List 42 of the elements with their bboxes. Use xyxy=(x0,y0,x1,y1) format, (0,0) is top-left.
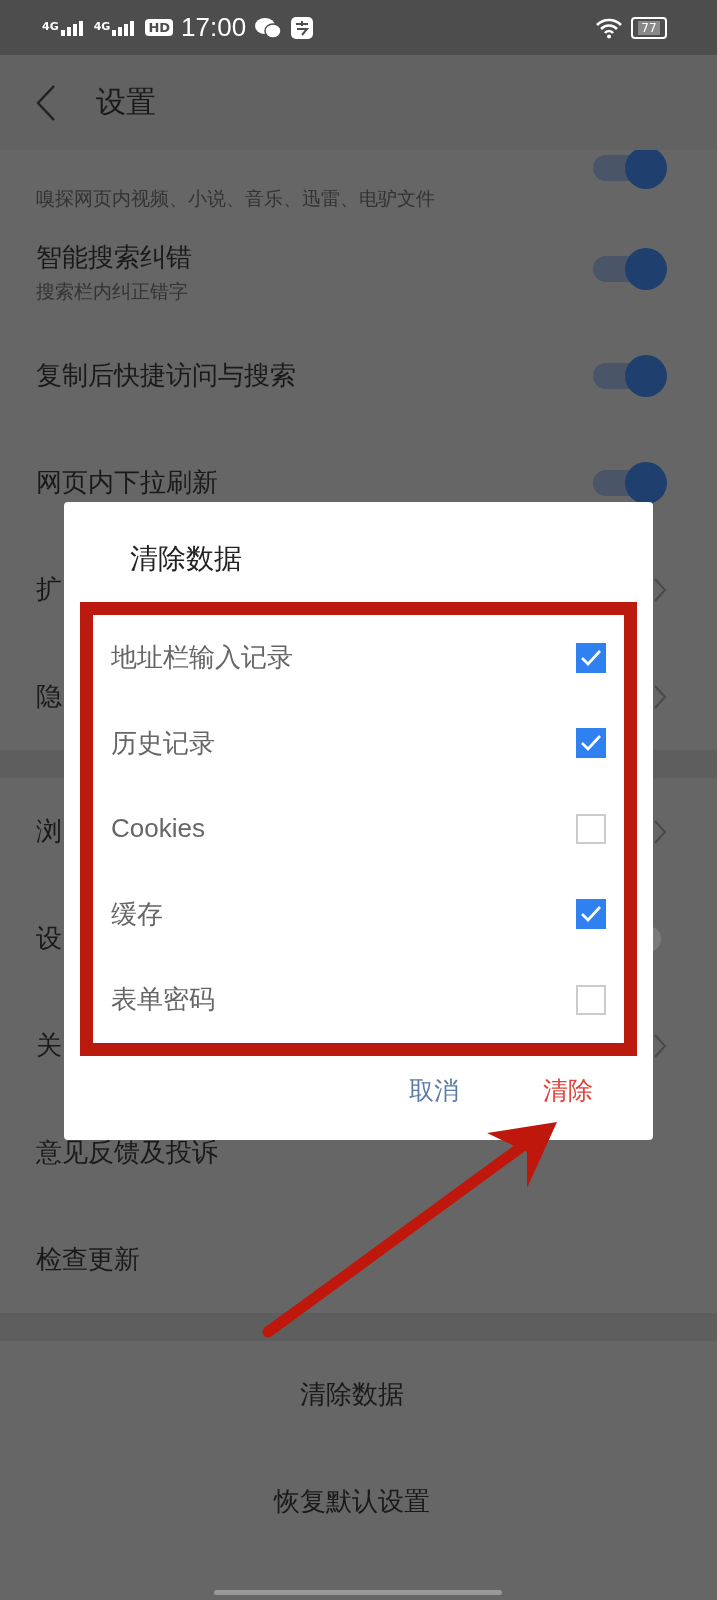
chevron-icon xyxy=(653,818,667,845)
setting-title: 智能搜索纠错 xyxy=(36,241,192,274)
dialog-title: 清除数据 xyxy=(129,541,243,577)
toggle-switch[interactable] xyxy=(593,354,667,397)
hd-badge: HD xyxy=(145,19,174,36)
setting-title: 浏 xyxy=(36,815,62,848)
cancel-button[interactable]: 取消 xyxy=(407,1069,461,1111)
setting-title: 网页内下拉刷新 xyxy=(36,466,218,499)
clear-button[interactable]: 清除 xyxy=(541,1069,595,1111)
checkbox[interactable] xyxy=(576,813,606,844)
checkbox[interactable] xyxy=(576,984,606,1015)
chevron-icon xyxy=(653,576,667,603)
option-label: 地址栏输入记录 xyxy=(111,641,293,675)
option-label: Cookies xyxy=(111,813,205,845)
signal-icon xyxy=(59,19,86,36)
setting-title: 设 xyxy=(36,922,62,955)
chevron-icon xyxy=(653,683,667,710)
setting-title: 意见反馈及投诉 xyxy=(36,1136,218,1169)
checkbox[interactable] xyxy=(576,728,606,759)
toggle-switch[interactable] xyxy=(593,461,667,504)
setting-title: 检查更新 xyxy=(36,1243,140,1276)
app-icon xyxy=(290,15,315,40)
battery-icon: 77 xyxy=(631,16,667,39)
option-label: 表单密码 xyxy=(111,983,215,1017)
page-title: 设置 xyxy=(96,83,156,121)
clock: 17:00 xyxy=(181,12,247,43)
setting-title: 复制后快捷访问与搜索 xyxy=(36,359,296,392)
action-item[interactable]: 清除数据 xyxy=(299,1377,404,1412)
chevron-icon xyxy=(653,1032,667,1059)
option-label: 缓存 xyxy=(111,897,163,931)
network-label: 4G xyxy=(42,19,59,33)
setting-title: 关 xyxy=(36,1029,62,1062)
option-label: 历史记录 xyxy=(111,726,215,760)
action-item[interactable]: 恢复默认设置 xyxy=(273,1484,430,1519)
chat-icon xyxy=(254,15,283,40)
setting-title: 隐 xyxy=(36,680,62,713)
wifi-icon xyxy=(595,16,623,39)
network-label: 4G xyxy=(93,19,111,33)
checkbox[interactable] xyxy=(576,899,606,930)
setting-title: 扩 xyxy=(36,573,62,606)
toggle-switch[interactable] xyxy=(593,247,667,290)
checkbox[interactable] xyxy=(576,642,606,673)
